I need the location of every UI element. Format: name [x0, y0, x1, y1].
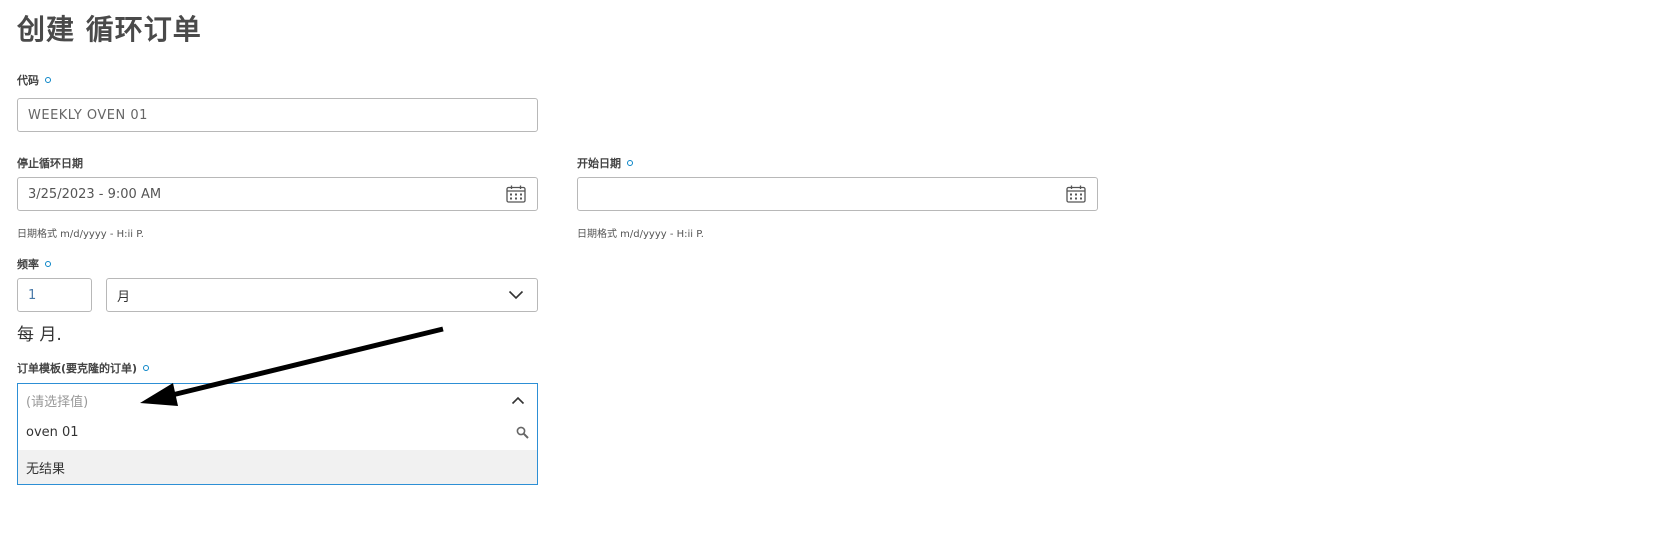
calendar-icon[interactable]: [505, 183, 527, 205]
frequency-label-text: 频率: [17, 258, 39, 271]
start-date-label: 开始日期: [577, 155, 633, 171]
frequency-unit-select[interactable]: 月: [106, 278, 538, 312]
code-value: WEEKLY OVEN 01: [28, 107, 148, 123]
order-template-search-text: oven 01: [26, 424, 79, 440]
order-template-search-input[interactable]: oven 01: [18, 417, 537, 447]
frequency-count-input[interactable]: 1: [17, 278, 92, 312]
code-label: 代码: [17, 72, 51, 88]
frequency-count-value: 1: [28, 287, 37, 303]
order-template-select-head[interactable]: (请选择值): [18, 384, 537, 416]
frequency-summary: 每 月.: [17, 325, 62, 345]
start-date-input[interactable]: [577, 177, 1098, 211]
frequency-unit-value: 月: [117, 289, 131, 305]
chevron-down-icon: [505, 284, 527, 306]
required-icon: [143, 365, 150, 371]
calendar-icon[interactable]: [1065, 183, 1087, 205]
code-input[interactable]: WEEKLY OVEN 01: [17, 98, 538, 132]
stop-date-value: 3/25/2023 - 9:00 AM: [28, 186, 162, 202]
order-template-label: 订单模板(要克隆的订单): [17, 360, 150, 376]
stop-date-label: 停止循环日期: [17, 155, 83, 171]
required-icon: [45, 261, 51, 267]
order-template-dropdown[interactable]: (请选择值) oven 01 无结果: [17, 383, 538, 485]
frequency-label: 频率: [17, 256, 51, 272]
create-recurring-order-page: 创建 循环订单 代码 WEEKLY OVEN 01 停止循环日期 3/25/20…: [0, 0, 1656, 536]
page-title: 创建 循环订单: [17, 13, 202, 46]
search-icon: [516, 426, 529, 439]
start-date-label-text: 开始日期: [577, 157, 621, 170]
required-icon: [627, 160, 633, 166]
stop-date-hint: 日期格式 m/d/yyyy - H:ii P.: [17, 229, 144, 240]
code-label-text: 代码: [17, 74, 39, 87]
no-results-item: 无结果: [18, 450, 537, 484]
required-icon: [45, 77, 51, 83]
stop-date-label-text: 停止循环日期: [17, 157, 83, 170]
order-template-placeholder: (请选择值): [26, 394, 89, 410]
order-template-label-text: 订单模板(要克隆的订单): [17, 362, 138, 375]
chevron-up-icon[interactable]: [507, 396, 529, 405]
start-date-hint: 日期格式 m/d/yyyy - H:ii P.: [577, 229, 704, 240]
stop-date-input[interactable]: 3/25/2023 - 9:00 AM: [17, 177, 538, 211]
